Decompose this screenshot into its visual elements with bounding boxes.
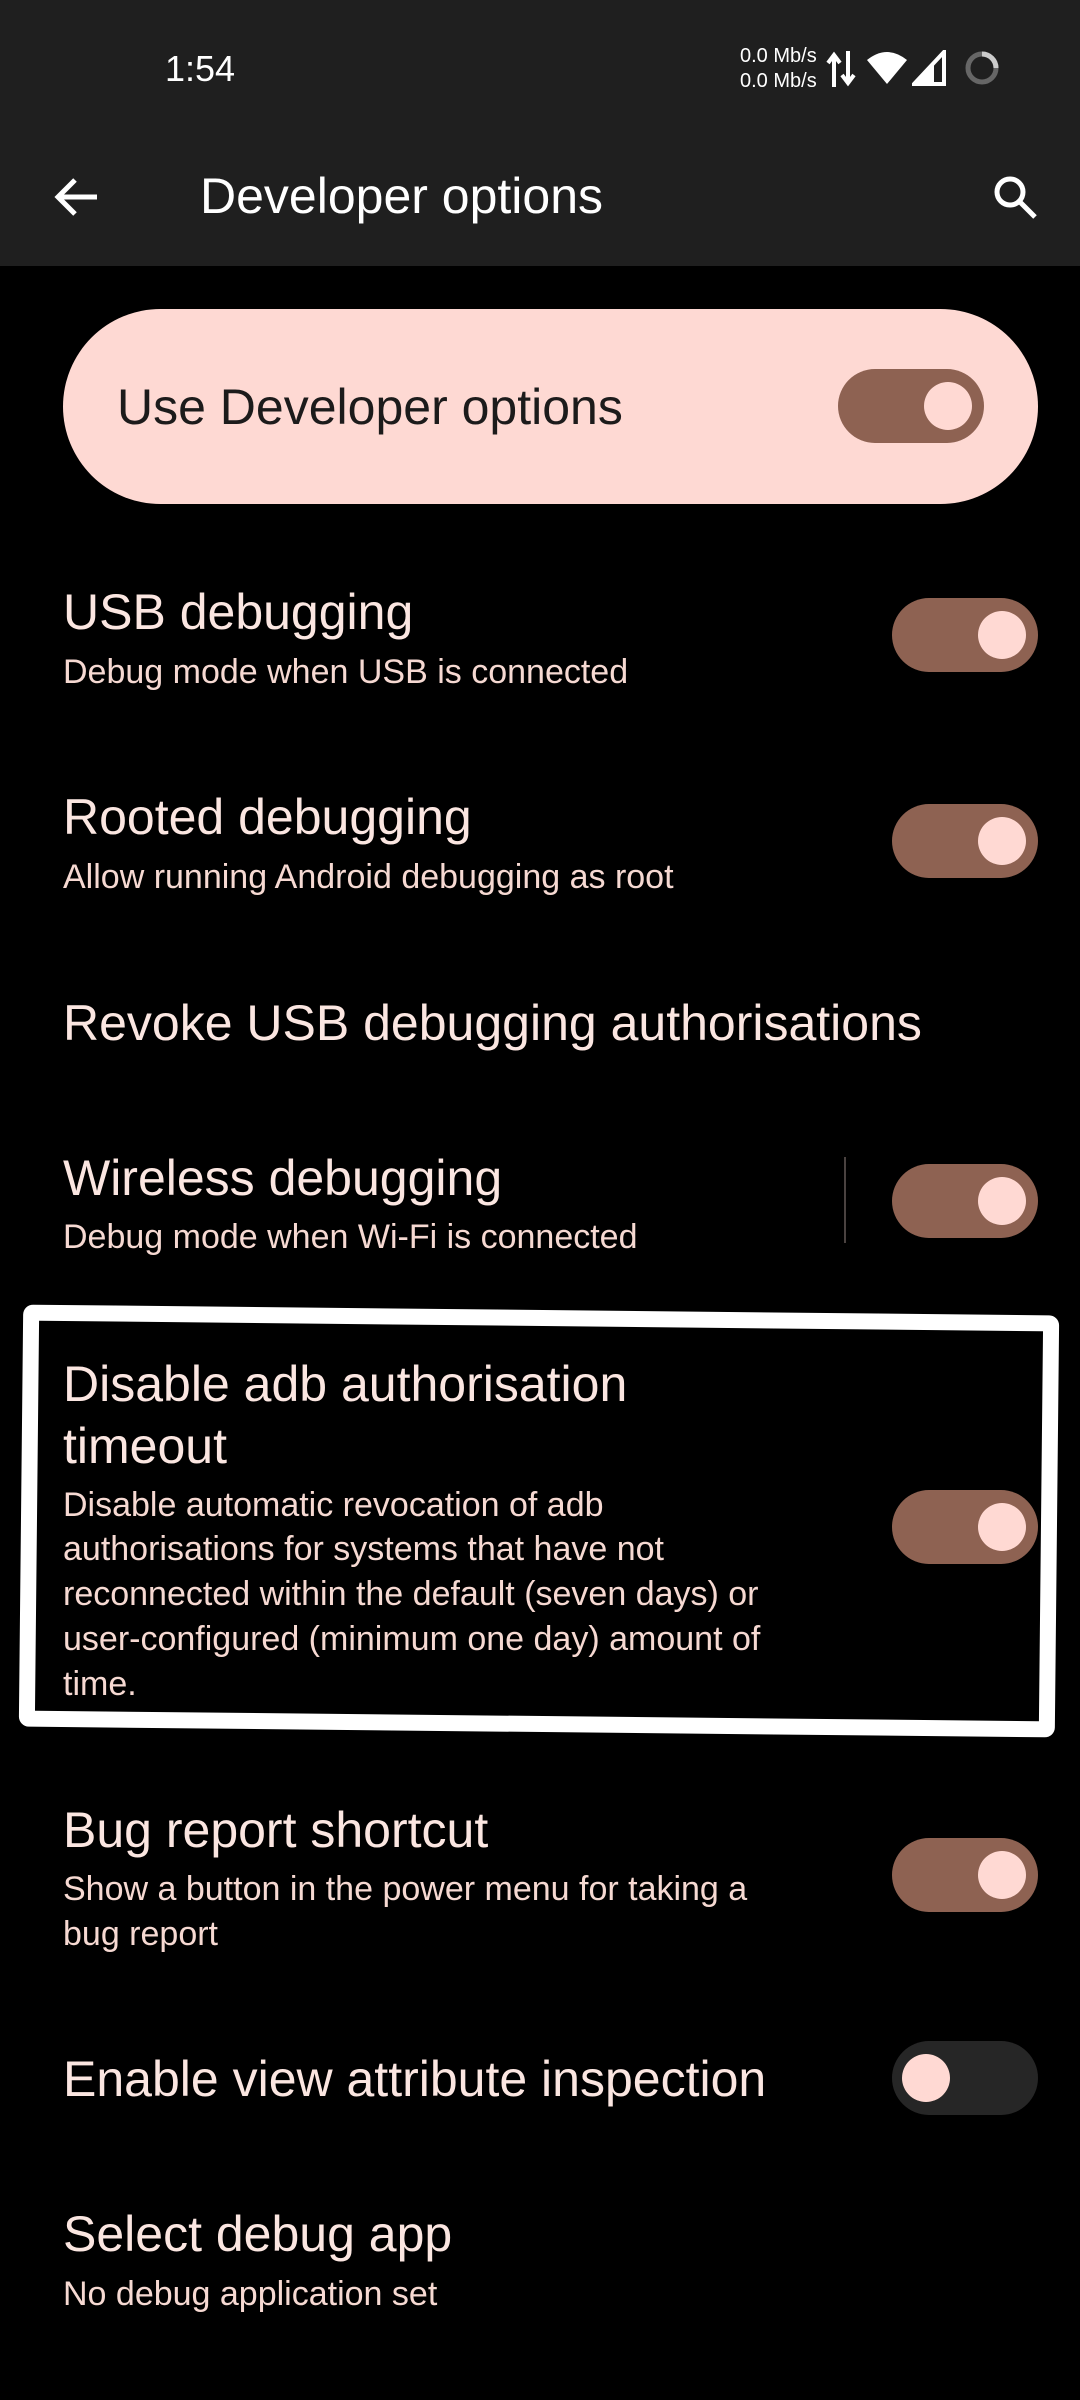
use-developer-options-card[interactable]: Use Developer options — [63, 309, 1038, 504]
app-bar: Developer options — [0, 130, 1080, 266]
network-speed-up: 0.0 Mb/s — [740, 45, 817, 67]
search-icon — [994, 176, 1037, 219]
pref-title: Select debug app — [63, 2206, 453, 2262]
pref-summary-line: bug report — [63, 1915, 218, 1953]
bug-report-shortcut-toggle[interactable] — [892, 1838, 1038, 1912]
toggle-knob — [978, 1177, 1026, 1225]
toggle-knob — [978, 817, 1026, 865]
signal-icon — [912, 50, 946, 86]
pref-title: Rooted debugging — [63, 789, 472, 845]
pref-title: Wireless debugging — [63, 1150, 503, 1206]
wifi-icon — [867, 52, 907, 84]
pref-title: USB debugging — [63, 584, 414, 640]
data-arrows-icon — [826, 51, 856, 87]
pref-summary-line: authorisations for systems that have not — [63, 1530, 664, 1568]
network-speed: 0.0 Mb/s 0.0 Mb/s — [740, 44, 817, 94]
divider — [844, 1157, 846, 1243]
pref-summary: Allow running Android debugging as root — [63, 858, 674, 896]
pref-summary-line: Show a button in the power menu for taki… — [63, 1870, 748, 1908]
use-developer-options-label: Use Developer options — [117, 379, 623, 435]
pref-summary-line: user-configured (minimum one day) amount… — [63, 1620, 761, 1658]
toggle-knob — [924, 382, 972, 430]
wireless-debugging-toggle[interactable] — [892, 1164, 1038, 1238]
toggle-knob — [902, 2054, 950, 2102]
status-bar: 1:54 0.0 Mb/s 0.0 Mb/s — [0, 0, 1080, 130]
pref-summary-line: reconnected within the default (seven da… — [63, 1575, 759, 1613]
pref-summary: No debug application set — [63, 2275, 438, 2313]
pref-title: Bug report shortcut — [63, 1802, 489, 1858]
pref-summary: Debug mode when USB is connected — [63, 653, 629, 691]
pref-title-line-1: Disable adb authorisation — [63, 1356, 628, 1412]
back-button[interactable] — [40, 161, 112, 233]
pref-summary-line: time. — [63, 1665, 137, 1703]
pref-title: Revoke USB debugging authorisations — [63, 995, 922, 1051]
view-attribute-inspection-toggle[interactable] — [892, 2041, 1038, 2115]
disable-adb-timeout-toggle[interactable] — [892, 1490, 1038, 1564]
toggle-knob — [978, 1503, 1026, 1551]
pref-title: Enable view attribute inspection — [63, 2051, 767, 2107]
search-button[interactable] — [979, 161, 1051, 233]
arrow-back-icon — [54, 178, 97, 216]
pref-summary-line: Disable automatic revocation of adb — [63, 1486, 604, 1524]
use-developer-options-toggle[interactable] — [838, 369, 984, 443]
page-title: Developer options — [200, 168, 604, 224]
pref-title-line-2: timeout — [63, 1418, 227, 1474]
usb-debugging-toggle[interactable] — [892, 598, 1038, 672]
rooted-debugging-toggle[interactable] — [892, 804, 1038, 878]
toggle-knob — [978, 611, 1026, 659]
pref-summary: Debug mode when Wi-Fi is connected — [63, 1218, 638, 1256]
status-time: 1:54 — [165, 48, 236, 89]
network-speed-down: 0.0 Mb/s — [740, 70, 817, 92]
loading-circle-icon — [965, 51, 999, 85]
toggle-knob — [978, 1851, 1026, 1899]
